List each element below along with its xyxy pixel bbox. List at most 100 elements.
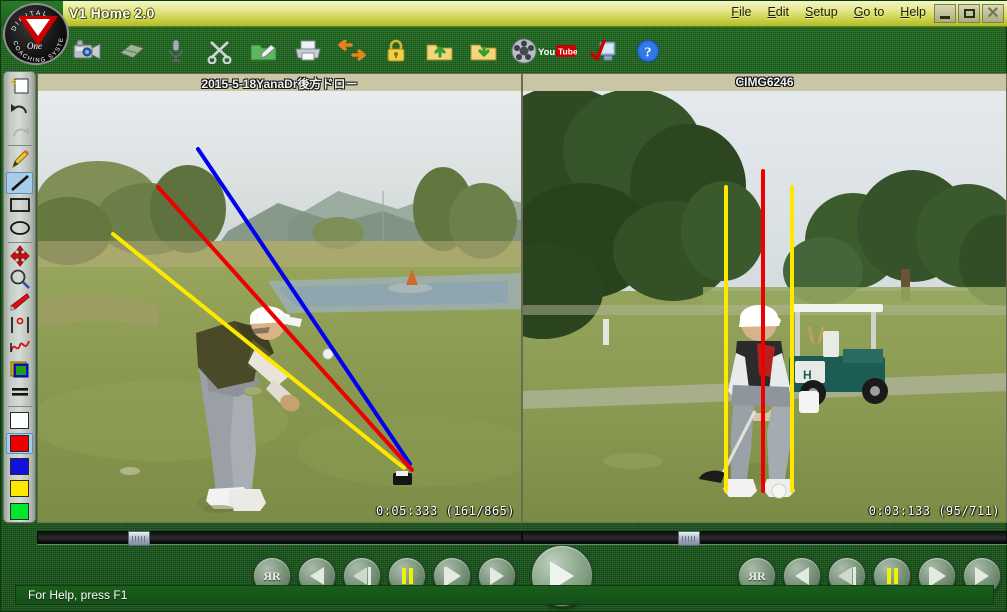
film-clips-icon <box>119 43 145 59</box>
swatch-blue-icon <box>10 457 29 475</box>
lock-button[interactable] <box>379 34 413 68</box>
edit-lesson-button[interactable] <box>247 34 281 68</box>
drawing-tool-rail <box>3 71 36 523</box>
scrubber-left[interactable] <box>37 531 522 546</box>
tool-undo[interactable] <box>6 98 33 120</box>
tool-redo[interactable] <box>6 120 33 142</box>
menu-edit[interactable]: Edit <box>767 5 789 19</box>
redo-icon <box>12 126 29 137</box>
minimize-icon <box>940 15 950 19</box>
tool-angle[interactable] <box>6 314 33 336</box>
video-panel-right[interactable]: CIMG6246 H 0:03:133 (95/711) <box>522 73 1007 523</box>
video-frame-right[interactable]: H <box>523 91 1006 522</box>
step-back-icon <box>353 567 367 585</box>
undo-icon <box>10 104 27 114</box>
tool-rectangle[interactable] <box>6 195 33 217</box>
close-button[interactable]: ✕ <box>982 4 1004 23</box>
previous-frame-icon <box>310 567 324 585</box>
send-to-computer-button[interactable] <box>587 34 621 68</box>
svg-text:You: You <box>538 47 555 58</box>
help-icon: ? <box>636 39 660 63</box>
v1-home-application-window: V1 Home 2.0 File Edit Setup Go to Help ✕… <box>0 0 1007 612</box>
video-panel-left[interactable]: 2015-5-18YanaDr後方ドロー 0:05:333 (161/865) <box>37 73 522 523</box>
open-folder-up-icon <box>426 44 453 61</box>
swing-plane-line-yellow <box>111 232 406 470</box>
rail-divider <box>7 406 32 408</box>
swap-videos-button[interactable] <box>335 34 369 68</box>
menu-goto[interactable]: Go to <box>854 5 885 19</box>
swatch-red-button[interactable] <box>6 432 33 455</box>
pause-icon <box>886 568 898 584</box>
record-audio-button[interactable] <box>159 34 193 68</box>
menu-bar: File Edit Setup Go to Help <box>731 5 926 19</box>
timecode-left: 0:05:333 (161/865) <box>375 504 515 518</box>
step-back-icon <box>838 567 852 585</box>
menu-help[interactable]: Help <box>900 5 926 19</box>
swatch-blue-button[interactable] <box>6 455 33 477</box>
tool-move[interactable] <box>6 245 33 268</box>
print-button[interactable] <box>291 34 325 68</box>
main-toolbar: You Tube ? <box>71 29 665 73</box>
rail-divider <box>7 144 32 146</box>
previous-frame-icon <box>795 567 809 585</box>
logo-one-text: One <box>27 41 42 51</box>
trim-cut-button[interactable] <box>203 34 237 68</box>
scrubber-thumb-right[interactable] <box>678 531 701 546</box>
freehand-icon <box>9 340 30 353</box>
window-controls: ✕ <box>934 4 1004 23</box>
open-file-button[interactable] <box>423 34 457 68</box>
help-button[interactable]: ? <box>631 34 665 68</box>
reverse-replay-icon: ЯR <box>748 568 766 583</box>
swatch-green-icon <box>10 502 29 520</box>
tool-pointer[interactable] <box>6 291 33 313</box>
tool-line[interactable] <box>6 171 33 194</box>
maximize-button[interactable] <box>958 4 980 23</box>
save-file-button[interactable] <box>467 34 501 68</box>
reverse-replay-icon: ЯR <box>263 568 281 583</box>
rail-divider <box>7 241 32 243</box>
line-icon <box>10 174 29 191</box>
swatch-white-button[interactable] <box>6 410 33 432</box>
tool-freehand[interactable] <box>6 337 33 359</box>
tool-line-width[interactable] <box>6 382 33 404</box>
menu-file[interactable]: File <box>731 5 751 19</box>
swap-arrows-icon <box>338 40 366 61</box>
swatch-yellow-button[interactable] <box>6 478 33 500</box>
ellipse-icon <box>9 220 30 235</box>
scrubber-right[interactable] <box>522 531 1007 546</box>
minimize-button[interactable] <box>934 4 956 23</box>
save-folder-down-icon <box>470 44 497 61</box>
computer-check-icon <box>590 39 616 61</box>
tool-new-page[interactable] <box>6 75 33 97</box>
step-forward-icon <box>932 567 946 585</box>
zoom-icon <box>10 270 30 290</box>
youtube-upload-button[interactable]: You Tube <box>511 34 577 68</box>
film-clips-button[interactable] <box>115 34 149 68</box>
swatch-white-icon <box>10 412 29 430</box>
pencil-icon <box>11 149 29 168</box>
pause-icon <box>401 568 413 584</box>
swatch-green-button[interactable] <box>6 501 33 523</box>
v1-coaching-system-logo: DIGITAL COACHING SYSTEM One <box>3 3 69 65</box>
status-bar: For Help, press F1 <box>15 585 994 605</box>
svg-text:Tube: Tube <box>558 47 577 57</box>
annotation-layer-right <box>724 169 794 493</box>
rectangle-icon <box>9 198 30 213</box>
close-icon: ✕ <box>986 4 1000 22</box>
video-title-left: 2015-5-18YanaDr後方ドロー <box>201 77 358 91</box>
tool-ellipse[interactable] <box>6 217 33 239</box>
tool-fill-color[interactable] <box>6 359 33 381</box>
step-back-bar <box>853 567 856 585</box>
window-title: V1 Home 2.0 <box>69 5 155 21</box>
title-bar: V1 Home 2.0 File Edit Setup Go to Help ✕ <box>1 1 1007 27</box>
menu-setup[interactable]: Setup <box>805 5 838 19</box>
scrubber-thumb-left[interactable] <box>128 531 151 546</box>
microphone-icon <box>169 39 183 62</box>
next-frame-icon <box>975 567 989 585</box>
tool-zoom[interactable] <box>6 268 33 290</box>
swing-plane-line-blue <box>196 147 412 466</box>
video-frame-left[interactable] <box>38 91 521 522</box>
fill-color-icon <box>10 361 28 378</box>
tool-pencil[interactable] <box>6 149 33 171</box>
capture-video-button[interactable] <box>71 34 105 68</box>
